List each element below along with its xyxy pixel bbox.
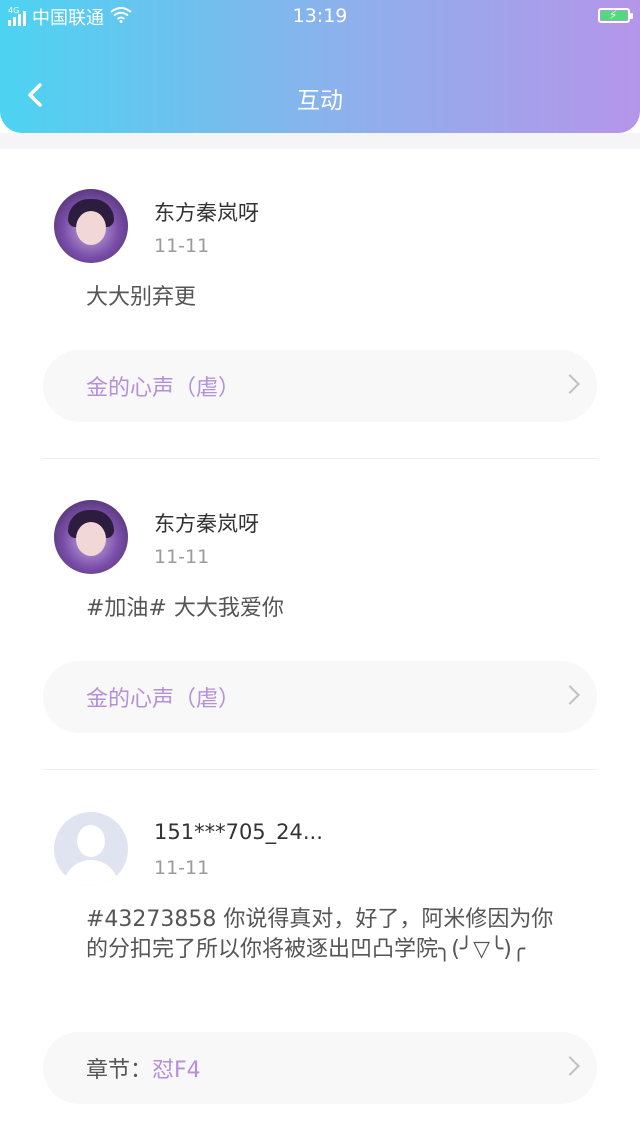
avatar[interactable]: [54, 189, 128, 263]
interaction-item: 151***705_24... 11-11 #43273858 你说得真对，好了…: [0, 771, 640, 1138]
chapter-link[interactable]: 金的心声（虐）: [43, 661, 597, 733]
header-bar: 4G 中国联通 13:19 ⚡ 互动: [0, 0, 640, 133]
post-date: 11-11: [154, 857, 210, 879]
comment-text: #加油# 大大我爱你: [86, 596, 284, 621]
chapter-title: 怼F4: [152, 1058, 201, 1083]
comment-text: 大大别弃更: [86, 285, 197, 310]
chevron-right-icon: [560, 685, 580, 705]
section-gap: [0, 133, 640, 149]
status-time: 13:19: [292, 5, 348, 27]
chevron-right-icon: [560, 1056, 580, 1076]
chapter-label: 章节：: [86, 1058, 153, 1083]
chapter-title: 金的心声（虐）: [86, 687, 241, 712]
chevron-right-icon: [560, 374, 580, 394]
avatar[interactable]: [54, 500, 128, 574]
interaction-item: 东方秦岚呀 11-11 #加油# 大大我爱你 金的心声（虐）: [0, 460, 640, 760]
chapter-link[interactable]: 章节：怼F4: [43, 1032, 597, 1104]
divider: [43, 458, 597, 459]
chapter-link[interactable]: 金的心声（虐）: [43, 350, 597, 422]
post-date: 11-11: [154, 546, 210, 568]
username[interactable]: 151***705_24...: [154, 820, 323, 844]
username[interactable]: 东方秦岚呀: [154, 197, 259, 227]
chapter-title: 金的心声（虐）: [86, 376, 241, 401]
avatar[interactable]: [54, 812, 128, 886]
post-date: 11-11: [154, 235, 210, 257]
username[interactable]: 东方秦岚呀: [154, 508, 259, 538]
page-title: 互动: [297, 88, 343, 114]
divider: [43, 769, 597, 770]
battery-icon: ⚡: [598, 8, 633, 23]
status-bar: 4G 中国联通 13:19 ⚡: [0, 0, 640, 32]
interaction-item: 东方秦岚呀 11-11 大大别弃更 金的心声（虐）: [0, 149, 640, 449]
comment-text: #43273858 你说得真对，好了，阿米修因为你的分扣完了所以你将被逐出凹凸学…: [86, 907, 554, 962]
